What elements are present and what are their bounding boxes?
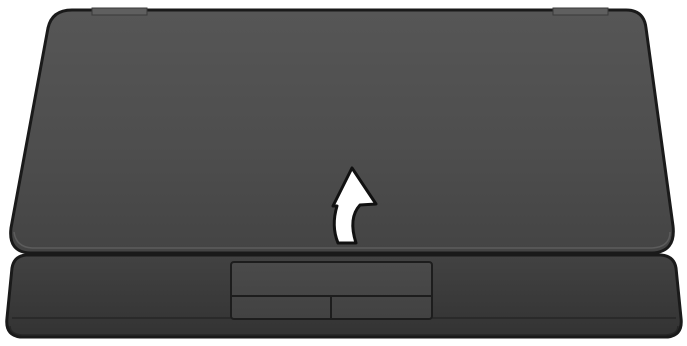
hinge-right (552, 7, 609, 16)
laptop-illustration (0, 0, 687, 346)
touchpad (230, 261, 433, 320)
hinge-left (91, 7, 148, 16)
laptop-drawing (5, 7, 683, 339)
